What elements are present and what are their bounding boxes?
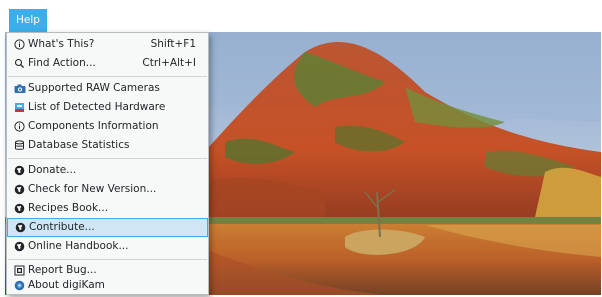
database-icon [13, 139, 26, 152]
menu-item-label: List of Detected Hardware [28, 101, 166, 113]
menu-item-contribute[interactable]: Contribute... [7, 218, 208, 237]
menu-separator [8, 76, 207, 77]
globe-icon [13, 183, 26, 196]
menu-item-label: What's This? [28, 38, 95, 50]
globe-icon [14, 221, 27, 234]
menu-item-about-digikam[interactable]: About digiKam [7, 276, 208, 295]
menu-item-whats-this[interactable]: What's This? Shift+F1 [7, 35, 208, 54]
digikam-logo-icon [13, 279, 26, 292]
menu-item-label: Recipes Book... [28, 202, 109, 214]
info-icon [13, 38, 26, 51]
menu-item-recipes-book[interactable]: Recipes Book... [7, 199, 208, 218]
menu-item-label: About digiKam [28, 279, 105, 291]
camera-icon [13, 82, 26, 95]
hardware-icon [13, 101, 26, 114]
menu-item-find-action[interactable]: Find Action... Ctrl+Alt+I [7, 54, 208, 73]
globe-icon [13, 202, 26, 215]
menu-item-label: Supported RAW Cameras [28, 82, 160, 94]
menu-item-check-new-version[interactable]: Check for New Version... [7, 180, 208, 199]
menu-item-label: Contribute... [29, 221, 95, 233]
menu-item-label: Check for New Version... [28, 183, 157, 195]
menu-item-database-statistics[interactable]: Database Statistics [7, 136, 208, 155]
menu-item-label: Database Statistics [28, 139, 130, 151]
shortcut-label: Ctrl+Alt+I [142, 57, 196, 69]
shortcut-label: Shift+F1 [150, 38, 196, 50]
menu-bar: Help [0, 0, 602, 32]
search-icon [13, 57, 26, 70]
menu-item-supported-raw-cameras[interactable]: Supported RAW Cameras [7, 79, 208, 98]
menu-help[interactable]: Help [9, 9, 47, 32]
menu-item-online-handbook[interactable]: Online Handbook... [7, 237, 208, 256]
menu-item-label: Find Action... [28, 57, 96, 69]
menu-separator [8, 259, 207, 260]
menu-item-label: Online Handbook... [28, 240, 129, 252]
help-menu-dropdown: What's This? Shift+F1 Find Action... Ctr… [6, 32, 209, 295]
globe-icon [13, 164, 26, 177]
menu-separator [8, 158, 207, 159]
menu-item-detected-hardware[interactable]: List of Detected Hardware [7, 98, 208, 117]
menu-item-label: Donate... [28, 164, 77, 176]
globe-icon [13, 240, 26, 253]
info-icon [13, 120, 26, 133]
menu-item-label: Components Information [28, 120, 159, 132]
menu-item-donate[interactable]: Donate... [7, 161, 208, 180]
menu-item-components-information[interactable]: Components Information [7, 117, 208, 136]
